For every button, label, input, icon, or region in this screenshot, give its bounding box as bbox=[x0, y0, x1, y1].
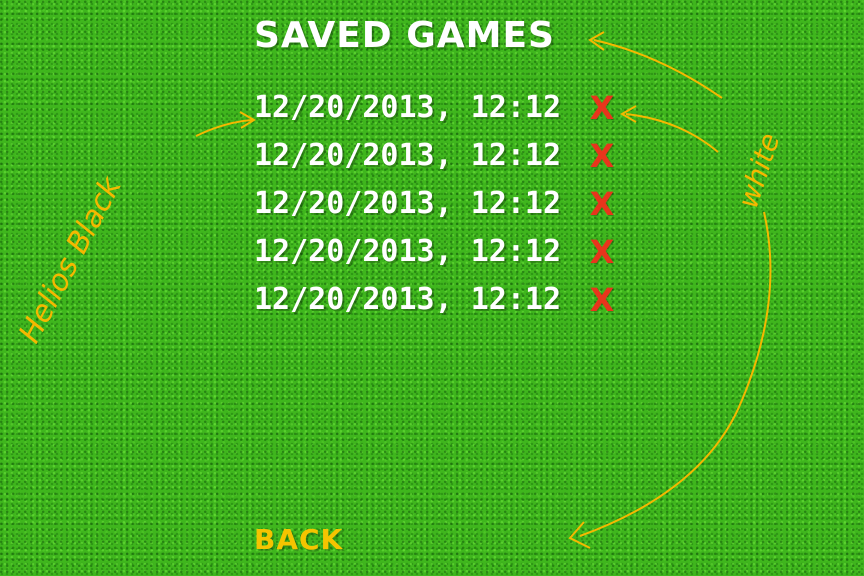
annotation-arrowhead-left bbox=[239, 111, 256, 129]
saved-game-label: 12/20/2013, 12:12 bbox=[254, 186, 562, 221]
delete-close-icon[interactable]: X bbox=[587, 234, 617, 270]
saved-game-slot-4[interactable]: 12/20/2013, 12:12 X bbox=[254, 232, 634, 272]
annotation-arrowhead-title bbox=[588, 31, 605, 51]
saved-game-slot-5[interactable]: 12/20/2013, 12:12 X bbox=[254, 280, 634, 320]
page-title: SAVED GAMES bbox=[254, 15, 555, 56]
delete-close-icon[interactable]: X bbox=[587, 186, 617, 222]
delete-close-icon[interactable]: X bbox=[587, 90, 617, 126]
saved-game-label: 12/20/2013, 12:12 bbox=[254, 282, 562, 317]
delete-close-icon[interactable]: X bbox=[587, 282, 617, 318]
saved-game-slot-3[interactable]: 12/20/2013, 12:12 X bbox=[254, 184, 634, 224]
saved-games-screen: SAVED GAMES 12/20/2013, 12:12 X 12/20/20… bbox=[0, 0, 864, 576]
annotation-left-note: Helios Black bbox=[12, 170, 129, 349]
saved-game-label: 12/20/2013, 12:12 bbox=[254, 90, 562, 125]
annotation-arrowhead-back bbox=[568, 521, 591, 549]
annotation-arrow-to-x bbox=[625, 113, 719, 153]
saved-game-slot-2[interactable]: 12/20/2013, 12:12 X bbox=[254, 136, 634, 176]
annotation-arrow-left bbox=[195, 119, 253, 137]
saved-game-label: 12/20/2013, 12:12 bbox=[254, 234, 562, 269]
annotation-right-note: white bbox=[731, 129, 786, 212]
saved-game-slot-1[interactable]: 12/20/2013, 12:12 X bbox=[254, 88, 634, 128]
delete-close-icon[interactable]: X bbox=[587, 138, 617, 174]
back-button[interactable]: BACK bbox=[254, 522, 343, 558]
saved-game-label: 12/20/2013, 12:12 bbox=[254, 138, 562, 173]
